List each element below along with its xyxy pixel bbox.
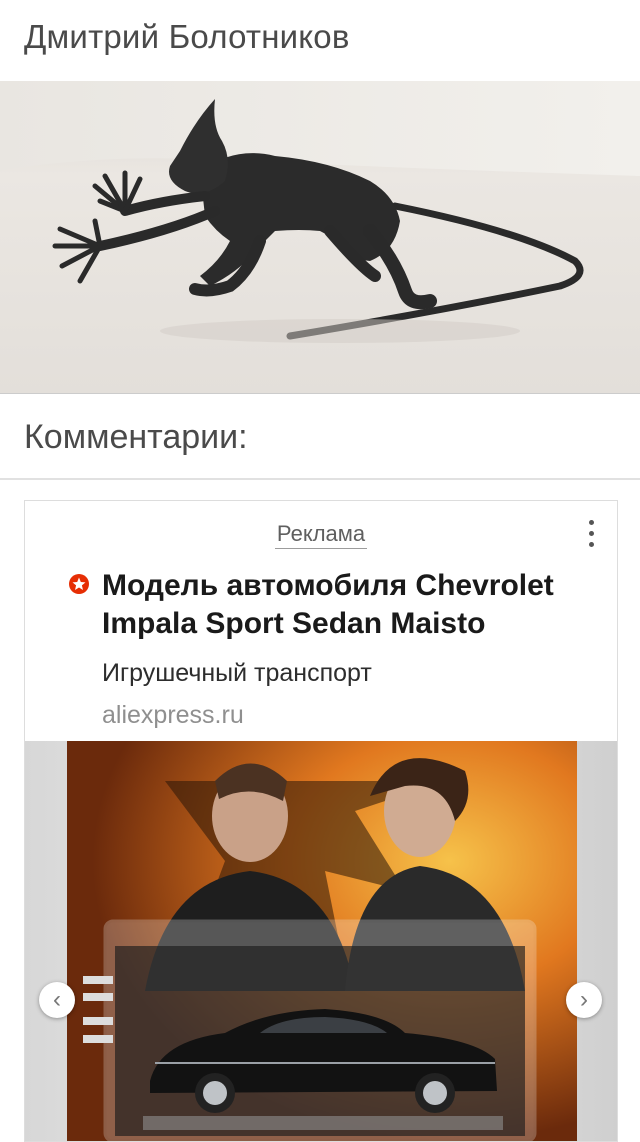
comments-title: Комментарии: xyxy=(24,418,248,456)
ad-title[interactable]: Модель автомобиля Chevrolet Impala Sport… xyxy=(102,567,607,643)
ad-subtitle: Игрушечный транспорт xyxy=(102,659,372,687)
chevron-left-icon[interactable]: ‹ xyxy=(39,982,75,1018)
ad-domain[interactable]: aliexpress.ru xyxy=(102,701,244,730)
ad-label[interactable]: Реклама xyxy=(25,521,617,549)
aliexpress-icon xyxy=(69,574,89,594)
ad-carousel[interactable]: ‹ › xyxy=(25,741,617,1141)
figurine-illustration xyxy=(0,81,640,393)
ad-label-text[interactable]: Реклама xyxy=(274,521,368,549)
product-image xyxy=(25,741,617,1141)
chevron-right-icon[interactable]: › xyxy=(566,982,602,1018)
post-image[interactable] xyxy=(0,81,640,394)
comments-divider xyxy=(0,478,640,480)
author-name[interactable]: Дмитрий Болотников xyxy=(24,18,350,56)
more-vert-icon[interactable] xyxy=(585,517,597,551)
post-header: Дмитрий Болотников xyxy=(0,0,640,80)
section-divider xyxy=(0,393,640,394)
ad-card[interactable]: Реклама Модель автомобиля Chevrolet Impa… xyxy=(24,500,618,1142)
